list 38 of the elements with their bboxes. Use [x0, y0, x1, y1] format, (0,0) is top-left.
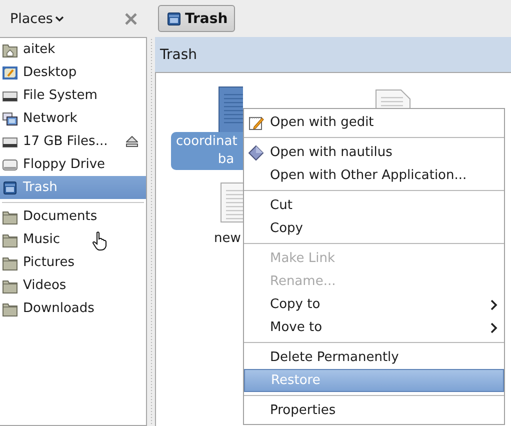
- folder-icon: [2, 254, 18, 270]
- hand-cursor-icon: [92, 231, 108, 251]
- close-icon[interactable]: [124, 12, 138, 26]
- sidebar-item[interactable]: Documents: [0, 205, 146, 228]
- network-icon: [2, 110, 18, 126]
- sidebar-item[interactable]: Floppy Drive: [0, 153, 146, 176]
- sidebar-item[interactable]: File System: [0, 84, 146, 107]
- sidebar-item[interactable]: aitek: [0, 38, 146, 61]
- sidebar-item[interactable]: Videos: [0, 274, 146, 297]
- desktop-icon: [2, 64, 18, 80]
- sidebar-item[interactable]: Desktop: [0, 61, 146, 84]
- file-name[interactable]: new: [210, 229, 245, 249]
- sidebar-item[interactable]: Music: [0, 228, 146, 251]
- menu-item[interactable]: Properties: [244, 399, 504, 422]
- menu-item[interactable]: Delete Permanently: [244, 346, 504, 369]
- trash-icon: [166, 10, 182, 26]
- chevron-down-icon: [54, 16, 64, 22]
- menu-item[interactable]: Copy to: [244, 293, 504, 316]
- trash-icon: [2, 180, 18, 196]
- menu-item[interactable]: Move to: [244, 316, 504, 339]
- path-button[interactable]: Trash: [158, 5, 235, 32]
- drive-icon: [2, 156, 18, 172]
- menu-item[interactable]: Copy: [244, 217, 504, 240]
- location-title: Trash: [160, 46, 197, 62]
- folder-icon: [2, 300, 18, 316]
- menu-item[interactable]: Open with gedit: [244, 111, 504, 134]
- eject-icon[interactable]: [126, 136, 138, 147]
- places-dropdown[interactable]: Places: [8, 10, 66, 26]
- folder-icon: [2, 232, 18, 248]
- sidebar-item[interactable]: Downloads: [0, 297, 146, 320]
- sidebar-item[interactable]: Network: [0, 107, 146, 130]
- diamond-icon: [248, 144, 264, 160]
- sidebar-item[interactable]: 17 GB Files...: [0, 130, 146, 153]
- folder-icon: [2, 278, 18, 294]
- folder-icon: [2, 208, 18, 224]
- sidebar-item[interactable]: Pictures: [0, 251, 146, 274]
- notepad-pencil-icon: [248, 114, 264, 130]
- menu-item[interactable]: Cut: [244, 194, 504, 217]
